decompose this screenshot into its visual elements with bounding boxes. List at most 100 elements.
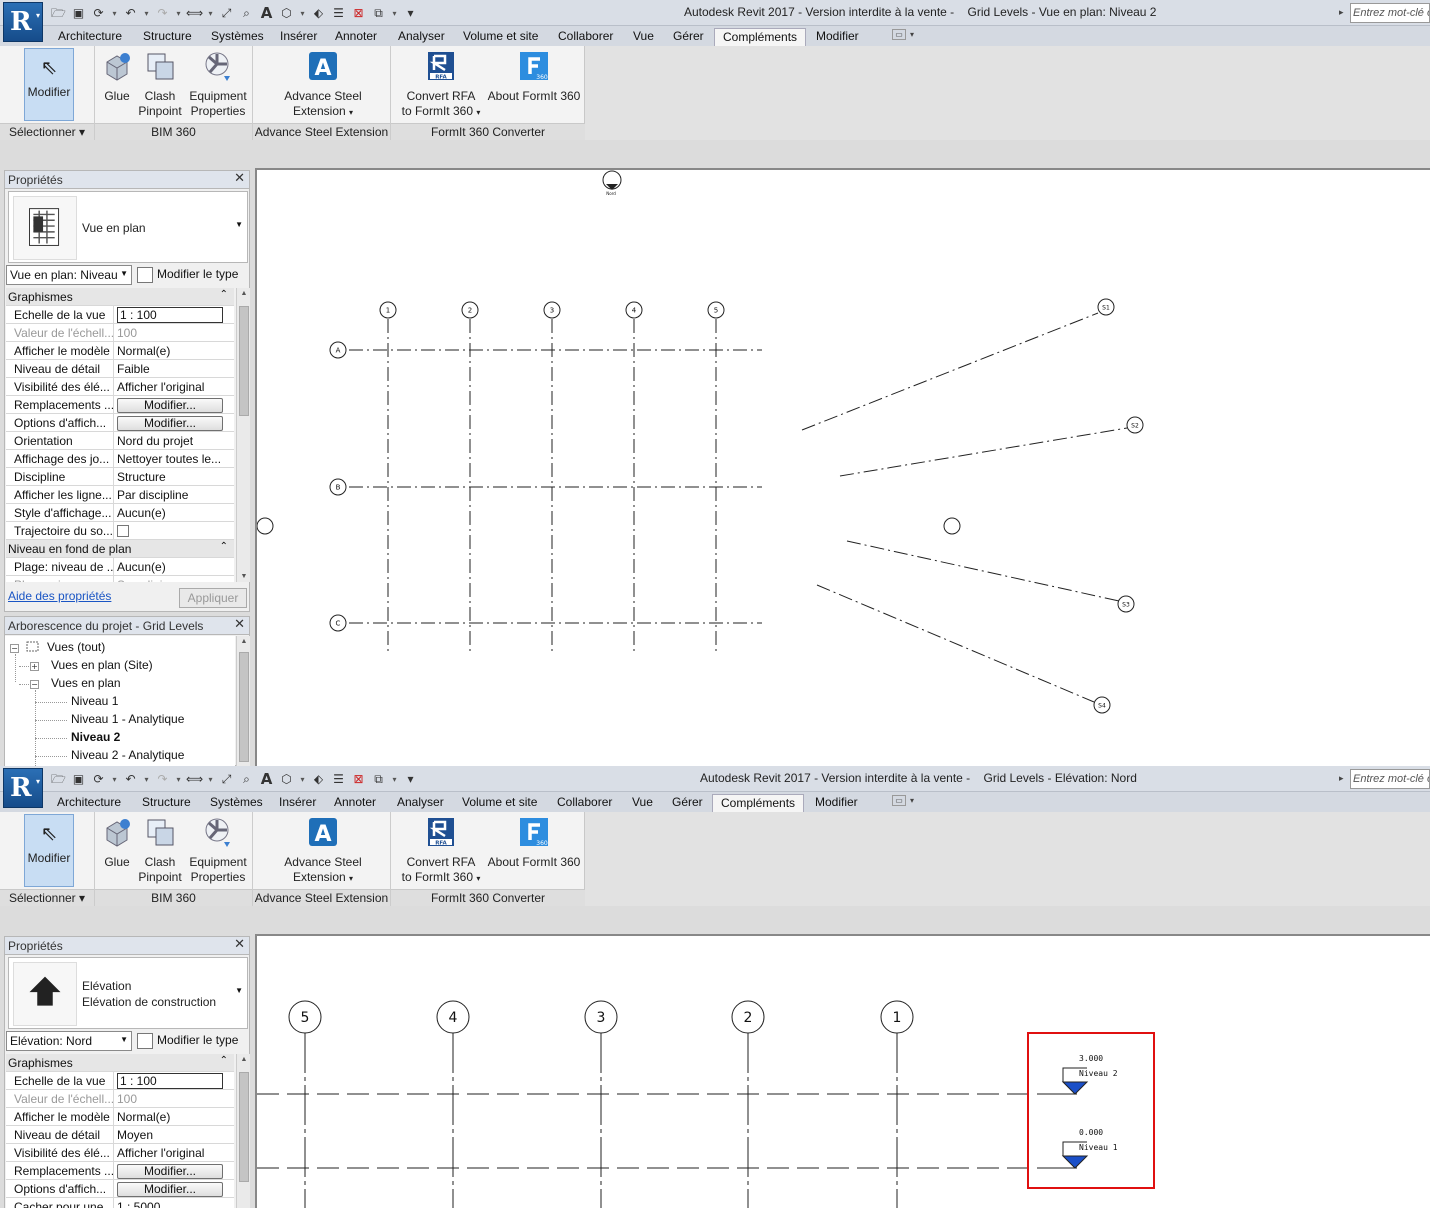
undo-icon[interactable]: ↶	[122, 5, 139, 22]
property-value[interactable]: Par discipline	[115, 486, 234, 503]
property-row-cacher-pour-une[interactable]: Cacher pour une... 1 : 5000	[6, 1198, 234, 1208]
property-value[interactable]: Modifier...	[115, 1162, 234, 1179]
chevron-down-icon[interactable]: ▼	[235, 986, 243, 995]
tab-annoter[interactable]: Annoter	[335, 28, 377, 46]
advance-steel-button[interactable]: A Advance Steel Extension ▾	[273, 50, 373, 120]
customize-qat-icon[interactable]: ▾	[402, 771, 419, 788]
scroll-down-icon[interactable]: ▼	[237, 573, 251, 580]
property-section-graphismes[interactable]: Graphismes ⌃	[6, 1054, 234, 1072]
chevron-down-icon[interactable]: ▾	[110, 5, 119, 22]
property-value[interactable]: Modifier...	[115, 414, 234, 431]
chevron-down-icon[interactable]: ▾	[174, 771, 183, 788]
property-row-plage-niveau-su[interactable]: Plage: niveau su...Sans liaison	[6, 576, 234, 582]
chevron-down-icon[interactable]: ▾	[174, 5, 183, 22]
switch-windows-icon[interactable]: ⧉	[370, 5, 387, 22]
properties-help-link[interactable]: Aide des propriétés	[8, 589, 111, 603]
property-edit-button[interactable]: Modifier...	[117, 398, 223, 413]
close-icon[interactable]: ✕	[234, 617, 245, 632]
info-arrow-icon[interactable]: ▸	[1339, 7, 1344, 18]
3d-view-icon[interactable]: ⬡	[278, 5, 295, 22]
tab-gerer[interactable]: Gérer	[672, 794, 703, 812]
measure-icon[interactable]: ⟺	[186, 5, 203, 22]
section-icon[interactable]: ⬖	[310, 771, 327, 788]
property-row-afficher-les-ligne[interactable]: Afficher les ligne... Par discipline	[6, 486, 234, 504]
property-value[interactable]: 1 : 5000	[115, 1198, 234, 1208]
tab-vue[interactable]: Vue	[633, 28, 654, 46]
save-icon[interactable]: ▣	[70, 5, 87, 22]
tab-collaborer[interactable]: Collaborer	[557, 794, 612, 812]
application-menu-button[interactable]: R ▾	[3, 768, 43, 808]
tree-item-vues-tout[interactable]: Vues (tout)	[47, 640, 105, 654]
elevation-drawing[interactable]: 5 4 3 2 1 3.000 Niveau 2 0.000 Niveau 1	[257, 936, 1430, 1208]
tab-structure[interactable]: Structure	[143, 28, 192, 46]
tab-annoter[interactable]: Annoter	[334, 794, 376, 812]
property-value[interactable]: Normal(e)	[115, 1108, 234, 1125]
collapse-section-icon[interactable]: ⌃	[220, 1055, 228, 1066]
tab-gerer[interactable]: Gérer	[673, 28, 704, 46]
collapse-icon[interactable]: −	[10, 644, 19, 653]
close-hidden-windows-icon[interactable]: ⊠	[350, 5, 367, 22]
property-row-options-d-affich[interactable]: Options d'affich... Modifier...	[6, 1180, 234, 1198]
collapse-icon[interactable]: −	[30, 680, 39, 689]
grid-line-s1[interactable]	[801, 312, 1099, 431]
scroll-thumb[interactable]	[239, 652, 249, 762]
tab-structure[interactable]: Structure	[142, 794, 191, 812]
tab-modifier[interactable]: Modifier	[816, 28, 859, 46]
property-row-echelle-de-la-vue[interactable]: Echelle de la vue 1 : 100	[6, 1072, 234, 1090]
property-section-niveau-en-fond-de-plan[interactable]: Niveau en fond de plan ⌃	[6, 540, 234, 558]
chevron-down-icon[interactable]: ▾	[910, 796, 914, 805]
property-value-input[interactable]: 1 : 100	[117, 307, 223, 323]
tag-icon[interactable]: ⌕	[238, 771, 255, 788]
property-value[interactable]: 1 : 100	[115, 306, 234, 323]
modify-button[interactable]: ⇖ Modifier	[24, 48, 74, 121]
property-value[interactable]: Normal(e)	[115, 342, 234, 359]
elevation-marker-right[interactable]	[943, 517, 961, 535]
sync-icon[interactable]: ⟳	[90, 5, 107, 22]
property-row-valeur-de-l-echell[interactable]: Valeur de l'échell... 100	[6, 1090, 234, 1108]
tab-inserer[interactable]: Insérer	[280, 28, 317, 46]
text-icon[interactable]: A	[258, 4, 275, 22]
property-value-input[interactable]: 1 : 100	[117, 1073, 223, 1089]
glue-button[interactable]: Glue	[99, 50, 135, 104]
property-row-afficher-le-modele[interactable]: Afficher le modèle Normal(e)	[6, 1108, 234, 1126]
chevron-down-icon[interactable]: ▾	[298, 5, 307, 22]
select-panel-label[interactable]: Sélectionner ▾	[0, 123, 94, 140]
convert-rfa-button[interactable]: RFA Convert RFA to FormIt 360 ▾	[399, 50, 483, 120]
chevron-down-icon[interactable]: ▾	[298, 771, 307, 788]
grid-line-s4[interactable]	[816, 584, 1095, 703]
tab-systemes[interactable]: Systèmes	[210, 794, 263, 812]
sync-icon[interactable]: ⟳	[90, 771, 107, 788]
property-value[interactable]: Modifier...	[115, 1180, 234, 1197]
type-selector[interactable]: Vue en plan ▼	[8, 191, 248, 263]
aligned-dimension-icon[interactable]: ⤢	[218, 5, 235, 22]
type-selector[interactable]: Elévation Elévation de construction ▼	[8, 957, 248, 1029]
grid-line-s2[interactable]	[839, 427, 1128, 477]
property-row-options-d-affich[interactable]: Options d'affich... Modifier...	[6, 414, 234, 432]
search-input[interactable]: Entrez mot-clé ou	[1350, 3, 1430, 23]
section-icon[interactable]: ⬖	[310, 5, 327, 22]
chevron-down-icon[interactable]: ▾	[142, 771, 151, 788]
tab-architecture[interactable]: Architecture	[58, 28, 122, 46]
equipment-properties-button[interactable]: Equipment Properties	[187, 816, 249, 885]
equipment-properties-button[interactable]: Equipment Properties	[187, 50, 249, 119]
tab-systemes[interactable]: Systèmes	[211, 28, 264, 46]
ribbon-options-icon[interactable]: ▭	[892, 29, 906, 40]
property-value[interactable]: Aucun(e)	[115, 504, 234, 521]
property-value[interactable]: Afficher l'original	[115, 1144, 234, 1161]
browser-scrollbar[interactable]: ▲	[236, 636, 250, 766]
tree-item-niveau-1-analytique[interactable]: Niveau 1 - Analytique	[71, 712, 184, 726]
property-row-trajectoire-du-so[interactable]: Trajectoire du so...	[6, 522, 234, 540]
scroll-up-icon[interactable]: ▲	[237, 1056, 251, 1063]
tag-icon[interactable]: ⌕	[238, 5, 255, 22]
scroll-up-icon[interactable]: ▲	[237, 638, 251, 645]
tab-inserer[interactable]: Insérer	[279, 794, 316, 812]
scroll-thumb[interactable]	[239, 306, 249, 416]
grid-line-s3[interactable]	[846, 540, 1120, 602]
undo-icon[interactable]: ↶	[122, 771, 139, 788]
tree-item-niveau-1[interactable]: Niveau 1	[71, 694, 118, 708]
aligned-dimension-icon[interactable]: ⤢	[218, 771, 235, 788]
thin-lines-icon[interactable]: ☰	[330, 771, 347, 788]
clash-pinpoint-button[interactable]: Clash Pinpoint	[137, 50, 183, 119]
property-edit-button[interactable]: Modifier...	[117, 1182, 223, 1197]
chevron-down-icon[interactable]: ▾	[206, 5, 215, 22]
